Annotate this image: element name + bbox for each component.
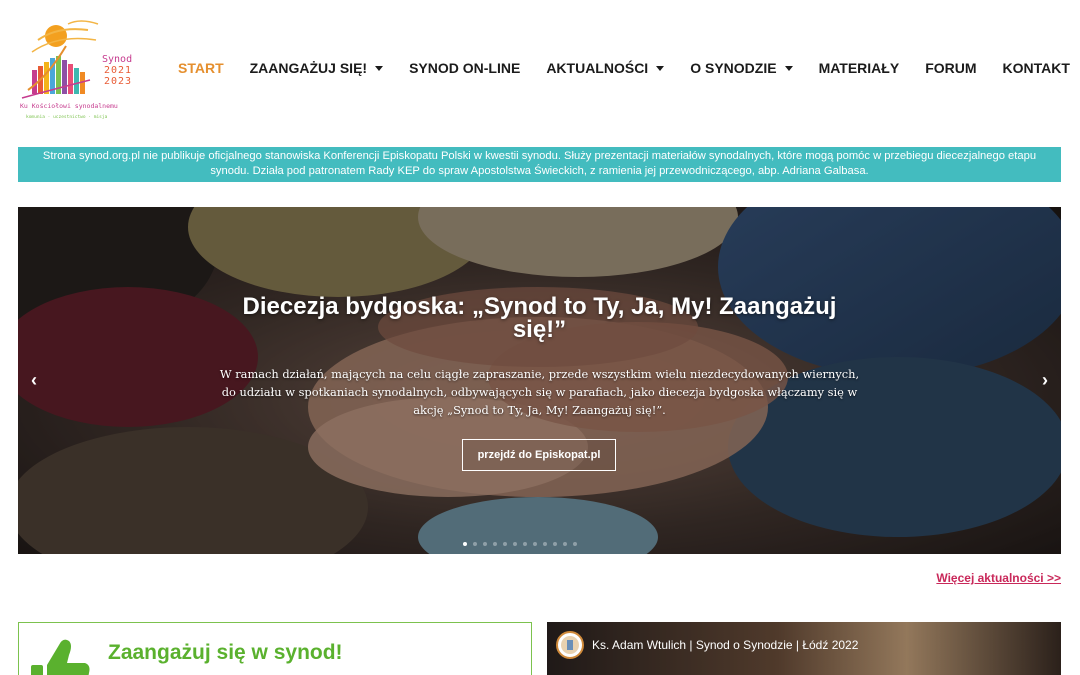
slider-prev-arrow[interactable]: ‹ <box>26 369 42 390</box>
nav-item-aktualnosci[interactable]: AKTUALNOŚCI <box>546 60 665 76</box>
episkopat-link-button[interactable]: przejdź do Episkopat.pl <box>462 439 616 471</box>
notice-banner: Strona synod.org.pl nie publikuje oficja… <box>18 147 1061 182</box>
chevron-down-icon <box>784 66 793 71</box>
nav-item-materialy[interactable]: MATERIAŁY <box>819 60 900 76</box>
logo-year-end: 2023 <box>104 76 132 87</box>
nav-item-label: O SYNODZIE <box>690 60 777 76</box>
nav-item-kontakt[interactable]: KONTAKT <box>1003 60 1070 76</box>
slider-dot[interactable] <box>543 542 547 546</box>
nav-item-label: KONTAKT <box>1002 60 1070 76</box>
more-news-link[interactable]: Więcej aktualności >> <box>936 571 1061 585</box>
nav-item-synod-online[interactable]: SYNOD ON-LINE <box>409 60 520 76</box>
chevron-right-icon: › <box>1042 369 1048 390</box>
nav-item-o-synodzie[interactable]: O SYNODZIE <box>690 60 793 76</box>
engage-card-title: Zaangażuj się w synod! <box>108 641 343 664</box>
nav-item-label: START <box>178 60 224 76</box>
logo-tagline: Ku Kościołowi synodalnemu <box>20 102 118 110</box>
slider-dot[interactable] <box>513 542 517 546</box>
logo-year-start: 2021 <box>104 65 132 76</box>
nav-item-label: AKTUALNOŚCI <box>546 60 649 76</box>
hero-title: Diecezja bydgoska: „Synod to Ty, Ja, My!… <box>242 293 837 343</box>
thumbs-up-icon <box>31 639 90 675</box>
video-embed[interactable]: Ks. Adam Wtulich | Synod o Synodzie | Łó… <box>547 622 1061 675</box>
slider-next-arrow[interactable]: › <box>1037 369 1053 390</box>
synod-logo[interactable]: Synod 2021 2023 Ku Kościołowi synodalnem… <box>18 18 150 122</box>
chevron-down-icon <box>375 66 384 71</box>
main-nav: START ZAANGAŻUJ SIĘ! SYNOD ON-LINE AKTUA… <box>178 60 1070 76</box>
synod-logo-graphic: Synod 2021 2023 Ku Kościołowi synodalnem… <box>20 20 132 120</box>
nav-item-zaangazuj[interactable]: ZAANGAŻUJ SIĘ! <box>249 60 384 76</box>
channel-avatar[interactable] <box>556 631 584 659</box>
nav-item-label: MATERIAŁY <box>818 60 900 76</box>
hero-slider: Diecezja bydgoska: „Synod to Ty, Ja, My!… <box>18 207 1061 554</box>
slider-dot[interactable] <box>503 542 507 546</box>
nav-item-label: FORUM <box>925 60 977 76</box>
chevron-left-icon: ‹ <box>31 369 37 390</box>
chevron-down-icon <box>656 66 665 71</box>
video-title[interactable]: Ks. Adam Wtulich | Synod o Synodzie | Łó… <box>592 638 858 652</box>
nav-item-forum[interactable]: FORUM <box>925 60 976 76</box>
slider-pagination <box>463 542 583 546</box>
slider-dot[interactable] <box>533 542 537 546</box>
slider-dot[interactable] <box>463 542 467 546</box>
logo-subtitle: komunia · uczestnictwo · misja <box>26 114 108 120</box>
slider-dot[interactable] <box>553 542 557 546</box>
slider-dot[interactable] <box>493 542 497 546</box>
nav-item-start[interactable]: START <box>178 60 224 76</box>
slider-dot[interactable] <box>573 542 577 546</box>
logo-word: Synod <box>102 54 132 65</box>
slider-dot[interactable] <box>523 542 527 546</box>
slider-dot[interactable] <box>563 542 567 546</box>
slider-dot[interactable] <box>483 542 487 546</box>
hero-description: W ramach działań, mających na celu ciągł… <box>219 367 860 417</box>
slider-dot[interactable] <box>473 542 477 546</box>
site-header: Synod 2021 2023 Ku Kościołowi synodalnem… <box>0 0 1080 140</box>
nav-item-label: ZAANGAŻUJ SIĘ! <box>249 60 368 76</box>
engage-card[interactable]: Zaangażuj się w synod! <box>18 622 532 675</box>
nav-item-label: SYNOD ON-LINE <box>409 60 521 76</box>
channel-logo-icon <box>561 636 579 654</box>
